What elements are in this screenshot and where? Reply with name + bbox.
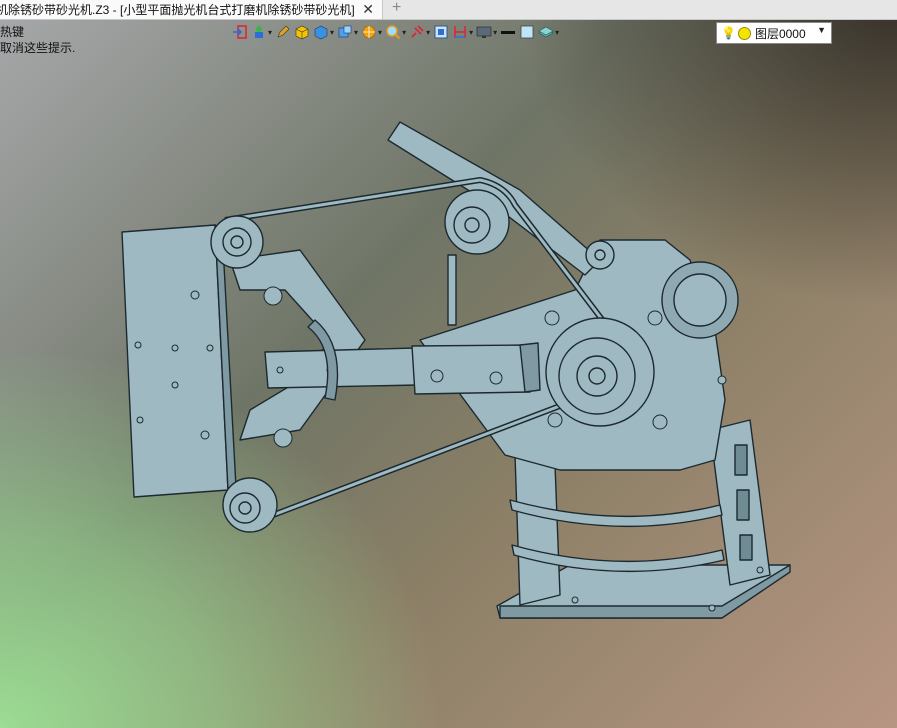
chevron-down-icon[interactable]: ▼ xyxy=(817,25,826,35)
frame-icon[interactable] xyxy=(433,22,449,42)
monitor-icon[interactable]: ▾ xyxy=(476,22,497,42)
pencil-icon[interactable] xyxy=(275,22,291,42)
lightbulb-icon[interactable]: 💡 xyxy=(721,26,736,40)
shading-icon[interactable]: ▾ xyxy=(251,22,272,42)
layer-name: 图层0000 xyxy=(754,26,806,41)
pulley-idler xyxy=(444,189,510,255)
slider-block xyxy=(411,344,531,395)
layer-color-swatch xyxy=(737,26,751,40)
view-cube-icon[interactable]: ▾ xyxy=(337,22,358,42)
plus-icon[interactable]: + xyxy=(392,0,401,17)
exit-icon[interactable] xyxy=(232,22,248,42)
hotkey-hint: 热键 xyxy=(0,25,25,39)
document-tab-title: 机除锈砂带砂光机.Z3 - [小型平面抛光机台式打磨机除锈砂带砂光机] xyxy=(0,3,355,17)
zoom-icon[interactable]: ▾ xyxy=(385,22,406,42)
cube-icon[interactable]: ▾ xyxy=(313,22,334,42)
layer-selector[interactable]: 💡 图层0000 ▼ xyxy=(716,22,832,44)
pin-icon[interactable]: ▾ xyxy=(409,22,430,42)
view-toolbar: ▾ ▾ ▾ ▾ ▾ ▾ ▾ ▾ ▾ xyxy=(232,21,559,43)
arm-pivot xyxy=(585,240,615,270)
pulley-bottom-left xyxy=(222,477,278,533)
dismiss-hint[interactable]: 取消这些提示. xyxy=(0,39,75,56)
document-tab[interactable]: 机除锈砂带砂光机.Z3 - [小型平面抛光机台式打磨机除锈砂带砂光机] ✕ xyxy=(0,0,383,19)
sander-model[interactable] xyxy=(0,0,897,728)
frame-arm xyxy=(229,249,366,441)
ruler-icon[interactable]: ▾ xyxy=(452,22,473,42)
render-icon[interactable]: ▾ xyxy=(361,22,382,42)
box-icon[interactable] xyxy=(294,22,310,42)
drive-wheel xyxy=(545,317,655,427)
back-plate xyxy=(121,224,229,498)
cross-bar xyxy=(264,347,419,389)
layer-icon[interactable]: ▾ xyxy=(538,22,559,42)
tension-shaft xyxy=(447,254,457,326)
line-color-icon[interactable] xyxy=(500,22,516,42)
document-tab-bar: 机除锈砂带砂光机.Z3 - [小型平面抛光机台式打磨机除锈砂带砂光机] ✕ + xyxy=(0,0,897,20)
leg-left xyxy=(514,454,561,606)
face-color-icon[interactable] xyxy=(519,22,535,42)
close-icon[interactable]: ✕ xyxy=(362,1,374,18)
pulley-top-left xyxy=(210,215,264,269)
